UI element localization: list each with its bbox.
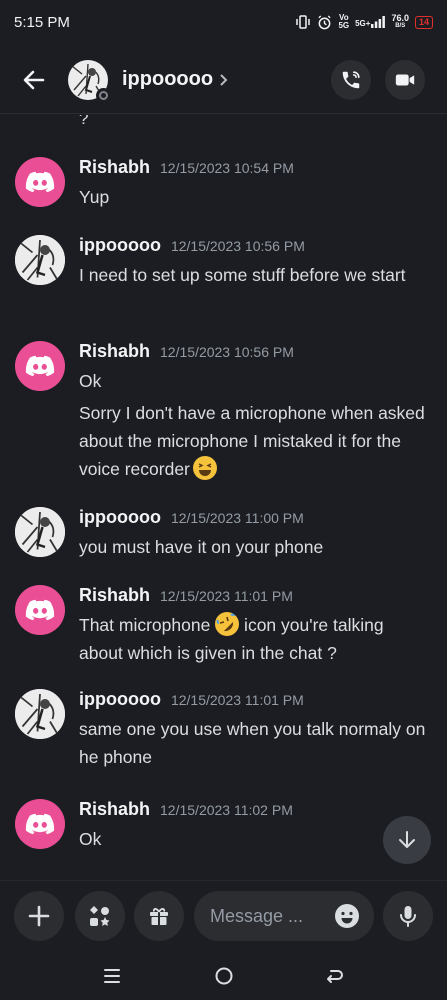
signal-bars-icon — [371, 16, 386, 28]
discord-logo-icon — [25, 171, 55, 193]
manga-avatar-image — [15, 507, 65, 557]
phone-icon — [342, 71, 360, 89]
avatar[interactable] — [15, 341, 65, 391]
manga-avatar-image — [15, 689, 65, 739]
status-icons: Vo 5G 5G+ 76.0 B/S 14 — [295, 14, 433, 30]
message-content: That microphone icon you're talking abou… — [79, 611, 424, 667]
avatar[interactable] — [15, 235, 65, 285]
battery-indicator: 14 — [414, 15, 433, 29]
apps-icon — [90, 906, 110, 926]
message-input-container[interactable] — [194, 891, 374, 941]
message-timestamp: 12/15/2023 10:54 PM — [160, 160, 294, 176]
voice-call-button[interactable] — [331, 60, 371, 100]
back-button[interactable] — [16, 62, 52, 98]
discord-logo-icon — [25, 355, 55, 377]
message-list[interactable]: ? Rishabh 12/15/2023 10:54 PM Yup ippoooo… — [0, 115, 447, 875]
message-author[interactable]: ippooooo — [79, 689, 161, 710]
chat-header: ippooooo — [0, 46, 447, 114]
arrow-left-icon — [23, 70, 45, 89]
discord-logo-icon — [25, 813, 55, 835]
arrow-down-icon — [399, 831, 415, 848]
menu-lines-icon — [104, 969, 120, 983]
message-author[interactable]: ippooooo — [79, 235, 161, 256]
message-author[interactable]: Rishabh — [79, 585, 150, 606]
manga-avatar-image — [15, 235, 65, 285]
message-timestamp: 12/15/2023 11:00 PM — [170, 510, 304, 526]
avatar[interactable] — [15, 585, 65, 635]
volte-indicator: Vo 5G — [338, 13, 350, 30]
message-timestamp: 12/15/2023 10:56 PM — [170, 238, 305, 254]
message-content: Yup — [79, 187, 110, 207]
message-timestamp: 12/15/2023 11:02 PM — [160, 802, 293, 818]
back-nav-button[interactable] — [323, 964, 347, 988]
contact-name[interactable]: ippooooo — [122, 68, 213, 91]
avatar[interactable] — [15, 507, 65, 557]
emoji-icon — [335, 904, 359, 928]
emoji-button[interactable] — [334, 903, 360, 929]
message-timestamp: 12/15/2023 11:01 PM — [170, 692, 304, 708]
apps-button[interactable] — [75, 891, 125, 941]
message-author[interactable]: Rishabh — [79, 341, 150, 362]
avatar[interactable] — [15, 799, 65, 849]
discord-logo-icon — [25, 599, 55, 621]
status-time: 5:15 PM — [14, 13, 70, 31]
vibrate-icon — [296, 15, 311, 29]
previous-message-text: ? — [79, 115, 89, 128]
gift-icon — [150, 908, 168, 925]
recent-apps-button[interactable] — [100, 964, 124, 988]
message-content: same one you use when you talk normaly o… — [79, 719, 426, 767]
gift-button[interactable] — [134, 891, 184, 941]
message-timestamp: 12/15/2023 10:56 PM — [160, 344, 294, 360]
attach-button[interactable] — [14, 891, 64, 941]
rolling-on-floor-laughing-emoji-icon — [215, 612, 240, 636]
chevron-right-icon — [220, 73, 228, 86]
net-speed: 76.0 B/S — [391, 13, 409, 30]
message-content: Ok Sorry I don't have a microphone when … — [79, 371, 425, 480]
alarm-icon — [318, 14, 332, 29]
message-author[interactable]: Rishabh — [79, 799, 150, 820]
avatar[interactable] — [15, 157, 65, 207]
message-author[interactable]: ippooooo — [79, 507, 161, 528]
message-content: you must have it on your phone — [79, 537, 324, 557]
voice-message-button[interactable] — [383, 891, 433, 941]
system-navigation-bar — [0, 952, 447, 1000]
signal-indicator: 5G+ — [355, 16, 386, 28]
message-composer — [0, 880, 447, 952]
message-timestamp: 12/15/2023 11:01 PM — [160, 588, 293, 604]
contact-avatar[interactable] — [68, 59, 111, 103]
grinning-squinting-emoji-icon — [192, 456, 217, 480]
video-call-button[interactable] — [385, 60, 425, 100]
back-nav-icon — [327, 970, 343, 983]
scroll-to-bottom-button[interactable] — [383, 816, 431, 864]
plus-icon — [28, 905, 50, 927]
avatar[interactable] — [15, 689, 65, 739]
status-bar: 5:15 PM Vo 5G 5G+ 76.0 B/S 14 — [0, 0, 447, 44]
message-content: I need to set up some stuff before we st… — [79, 265, 406, 285]
microphone-icon — [400, 906, 416, 927]
home-circle-icon — [215, 967, 233, 985]
status-indicator — [96, 87, 111, 103]
video-camera-icon — [395, 74, 415, 86]
home-button[interactable] — [212, 964, 236, 988]
message-author[interactable]: Rishabh — [79, 157, 150, 178]
message-input[interactable] — [210, 905, 320, 927]
